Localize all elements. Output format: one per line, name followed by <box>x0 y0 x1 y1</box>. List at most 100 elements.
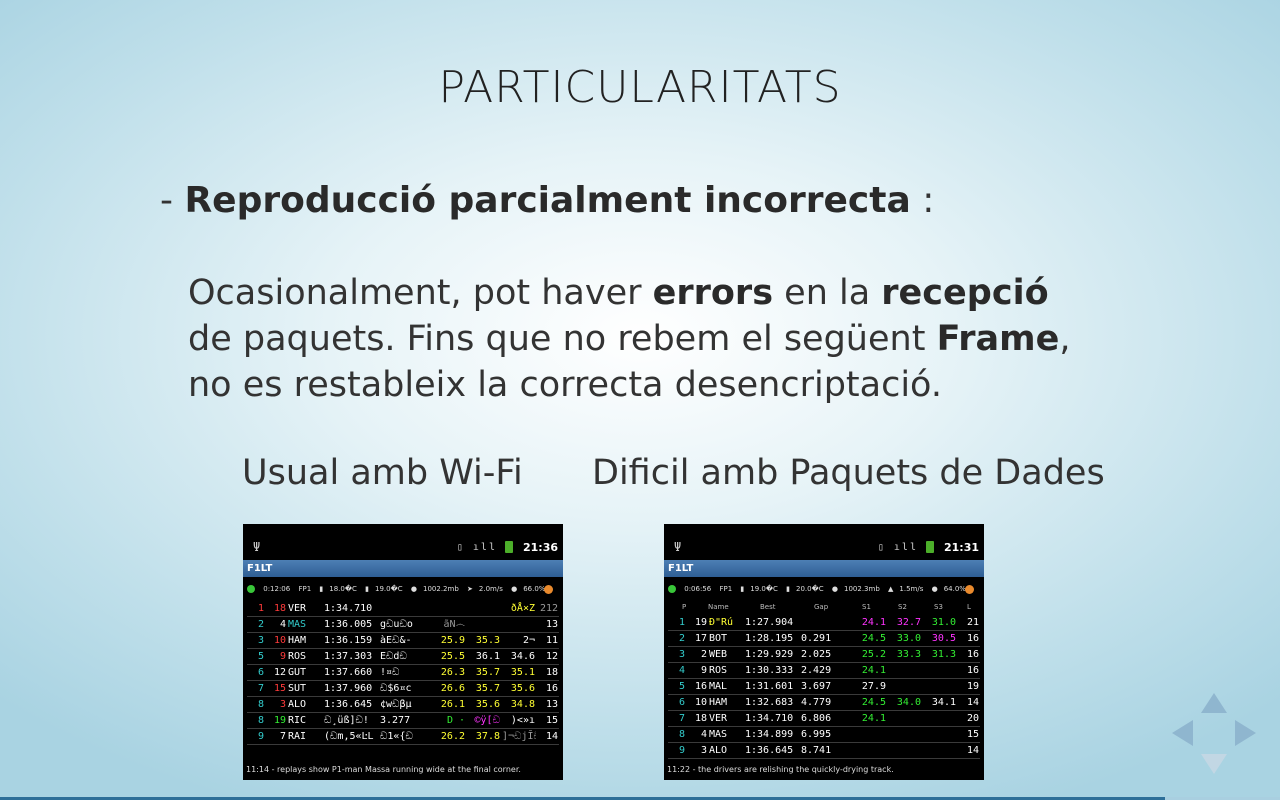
cell-pos: 5 <box>247 648 265 665</box>
cell-pos: 8 <box>247 696 265 713</box>
table-row: 3 10 HAM 1:36.159 àEඩ&- 25.9 35.3 2¬ 11 <box>247 632 559 649</box>
phone-screenshot-wifi: Ψ ▯ ıll 21:36 F1LT 0:12:06 FP1 ▮ 18.0�C ▮… <box>243 524 563 780</box>
cell-gap: gඩuඩo <box>379 616 431 633</box>
humidity-icon: ● <box>931 585 938 593</box>
pressure-icon: ● <box>410 585 418 593</box>
cell-best: 1:37.660 <box>323 664 379 681</box>
cell-best: (ඩm,5«ĿL <box>323 728 379 745</box>
cell-s1: 25.2 <box>852 646 887 663</box>
app-title-bar: F1LT <box>243 560 563 577</box>
table-row: 6 12 GUT 1:37.660 !¤ඩ 26.3 35.7 35.1 18 <box>247 664 559 681</box>
cell-lap: 14 <box>957 694 980 711</box>
table-row: 9 3 ALO 1:36.645 8.741 14 <box>668 742 980 759</box>
cell-best: 1:37.960 <box>323 680 379 697</box>
cell-num: 10 <box>265 632 287 649</box>
cell-s2: ©ÿ[ඩ <box>466 712 501 729</box>
cell-num: 18 <box>686 710 708 727</box>
cell-best: 1:31.601 <box>744 678 800 695</box>
cell-gap: ඩ1«{ඩ <box>379 728 431 745</box>
signal-icons: ▯ ıll <box>878 541 934 553</box>
cell-gap: !¤ඩ <box>379 664 431 681</box>
header-laps: L <box>967 603 971 611</box>
session-info-bar: 0:12:06 FP1 ▮ 18.0�C ▮ 19.0�C ● 1002.2mb ➤ 2… <box>243 577 563 601</box>
cell-lap: 20 <box>957 710 980 727</box>
cell-pos: 6 <box>247 664 265 681</box>
track-temp-icon: ▮ <box>365 585 370 593</box>
cell-s3 <box>922 662 957 679</box>
cell-s2: 33.0 <box>887 630 922 647</box>
cell-lap: 16 <box>957 646 980 663</box>
cell-gap: ¢wඩβμ <box>379 696 431 713</box>
table-row: 2 4 MAS 1:36.005 gඩuඩo ãN෴ 13 <box>247 616 559 633</box>
table-row: 1 18 VER 1:34.710 ðÅ×Z 212 <box>247 601 559 617</box>
cell-pos: 1 <box>247 601 265 617</box>
cell-num: 7 <box>265 728 287 745</box>
cell-s1 <box>431 601 466 617</box>
left-arrow-icon[interactable] <box>1172 720 1193 746</box>
cell-s2 <box>887 726 922 743</box>
cell-s1: 26.6 <box>431 680 466 697</box>
cell-pos: 7 <box>247 680 265 697</box>
cell-num: 4 <box>686 726 708 743</box>
table-row: 8 19 RIC ඩ¸üß]ඩ! 3.277 D · ©ÿ[ඩ)<»ı 15 <box>247 712 559 729</box>
cell-s2: 32.7 <box>887 615 922 631</box>
table-row: 2 17 BOT 1:28.195 0.291 24.5 33.0 30.5 16 <box>668 630 980 647</box>
cell-driver: SUT <box>287 680 323 697</box>
cell-s1: 24.1 <box>852 615 887 631</box>
caption-wifi: Usual amb Wi-Fi <box>242 453 523 493</box>
pressure-icon: ● <box>831 585 839 593</box>
cell-s1 <box>852 742 887 759</box>
cell-s3: 35.6 <box>501 680 536 697</box>
up-arrow-icon[interactable] <box>1201 693 1227 713</box>
cell-gap: 2.025 <box>800 646 852 663</box>
cell-driver: Ð"Rú <box>708 615 744 631</box>
cell-best: 1:36.005 <box>323 616 379 633</box>
cell-lap: 19 <box>957 678 980 695</box>
usb-icon: Ψ <box>674 540 682 554</box>
status-clock: 21:31 <box>943 541 979 554</box>
cell-driver: ROS <box>708 662 744 679</box>
right-arrow-icon[interactable] <box>1235 720 1256 746</box>
cell-s1: 24.5 <box>852 630 887 647</box>
cell-s3 <box>501 616 536 633</box>
cell-s1: 26.1 <box>431 696 466 713</box>
cell-gap: Eඩdඩ <box>379 648 431 665</box>
app-title-bar: F1LT <box>664 560 984 577</box>
air-temp: 19.0�C <box>750 585 778 593</box>
cell-best: 1:37.303 <box>323 648 379 665</box>
cell-num: 3 <box>686 742 708 759</box>
air-temp: 18.0�C <box>329 585 357 593</box>
cell-s3 <box>922 742 957 759</box>
cell-num: 19 <box>265 712 287 729</box>
cell-gap <box>379 601 431 617</box>
cell-driver: VER <box>708 710 744 727</box>
cell-gap: ඩ$6¤c <box>379 680 431 697</box>
header-gap: Gap <box>814 603 829 611</box>
cell-gap: 4.779 <box>800 694 852 711</box>
wind-icon: ▲ <box>888 585 894 593</box>
cell-pos: 8 <box>668 726 686 743</box>
cell-gap: 6.806 <box>800 710 852 727</box>
cell-num: 9 <box>265 648 287 665</box>
weather-icon <box>544 585 553 594</box>
cell-lap: 212 <box>536 601 559 617</box>
cell-pos: 1 <box>668 615 686 631</box>
cell-lap: 15 <box>957 726 980 743</box>
cell-driver: ALO <box>708 742 744 759</box>
table-row: 3 2 WEB 1:29.929 2.025 25.2 33.3 31.3 16 <box>668 646 980 663</box>
timing-table: 1 19 Ð"Rú 1:27.904 24.1 32.7 31.0 21 2 17 BOT 1:28.… <box>668 615 980 759</box>
cell-s1: 26.2 <box>431 728 466 745</box>
cell-s2 <box>887 662 922 679</box>
pressure: 1002.3mb <box>844 585 880 593</box>
table-row: 7 15 SUT 1:37.960 ඩ$6¤c 26.6 35.7 35.6 16 <box>247 680 559 697</box>
cell-best: 1:30.333 <box>744 662 800 679</box>
header-s2: S2 <box>898 603 907 611</box>
cell-lap: 14 <box>536 728 559 745</box>
cell-gap: 0.291 <box>800 630 852 647</box>
cell-s2: 35.6 <box>466 696 501 713</box>
cell-s1: 25.9 <box>431 632 466 649</box>
down-arrow-icon[interactable] <box>1201 754 1227 774</box>
cell-driver: RIC <box>287 712 323 729</box>
cell-s2: 34.0 <box>887 694 922 711</box>
cell-lap: 16 <box>536 680 559 697</box>
